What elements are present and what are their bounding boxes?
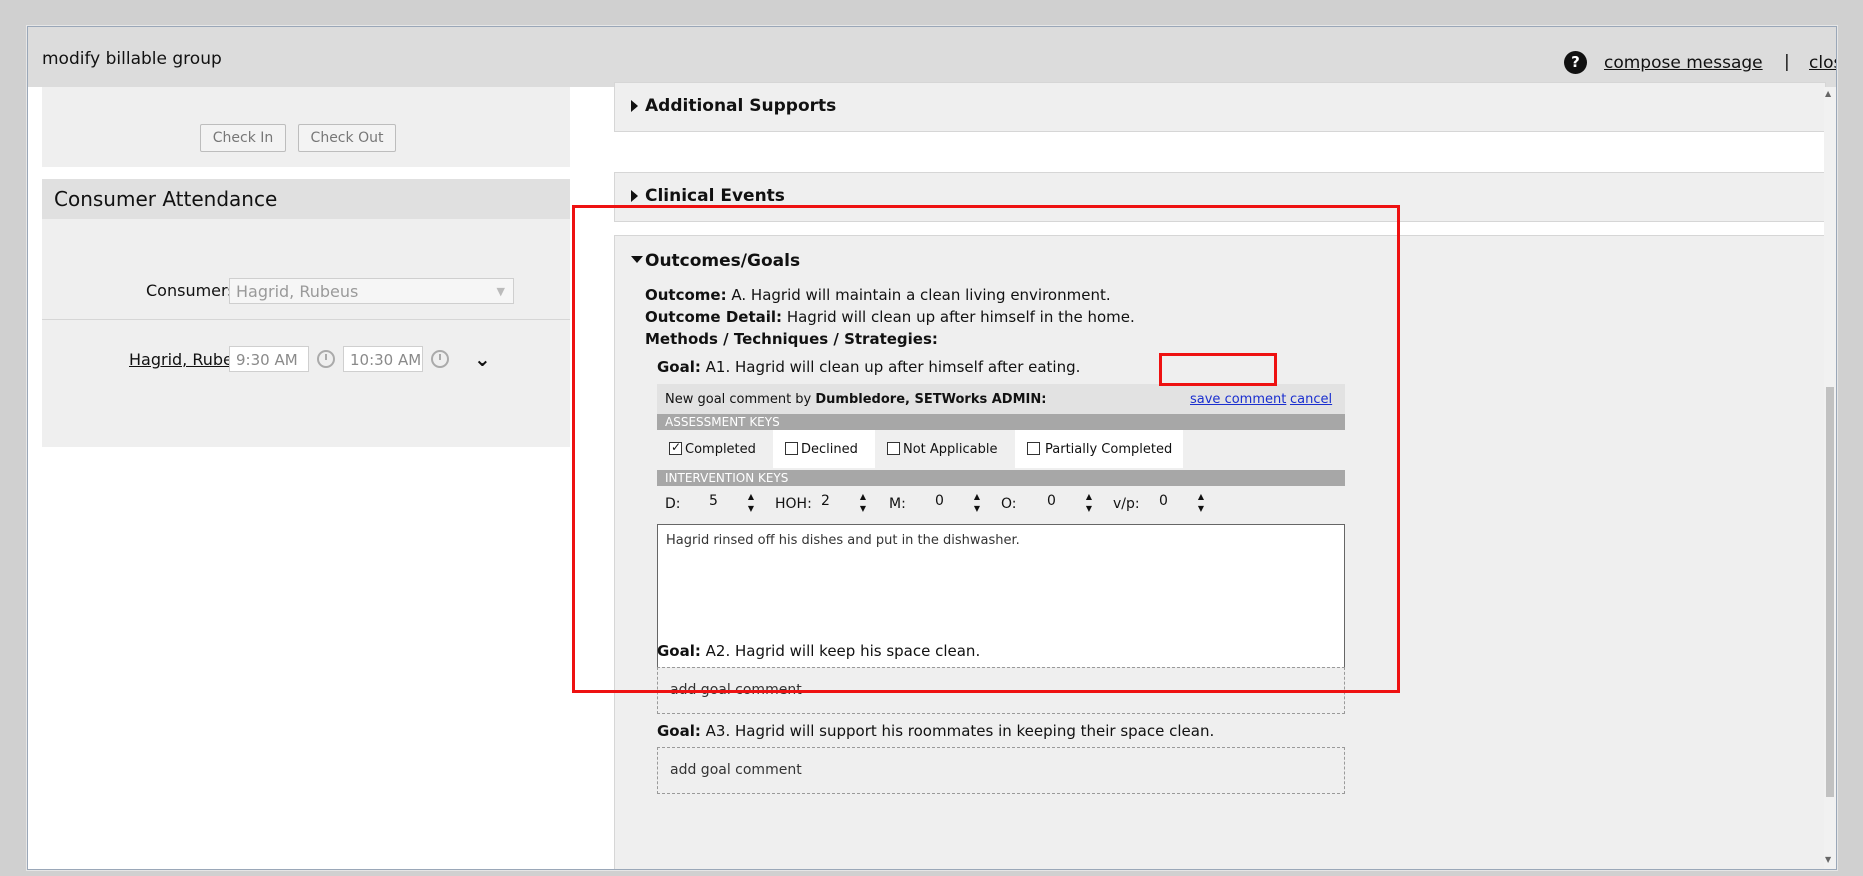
check-out-button[interactable]: Check Out — [298, 124, 396, 152]
consumers-label: Consumers: — [146, 281, 242, 300]
time-out-input[interactable]: 10:30 AM — [343, 346, 423, 372]
additional-supports-section[interactable]: Additional Supports — [614, 82, 1826, 132]
time-in-input[interactable]: 9:30 AM — [229, 346, 309, 372]
clinical-events-title: Clinical Events — [645, 186, 785, 206]
compose-message-link[interactable]: compose message — [1604, 53, 1763, 73]
scroll-up-icon[interactable]: ▲ — [1825, 89, 1831, 98]
chevron-down-icon[interactable]: ⌄ — [474, 347, 491, 371]
additional-supports-title: Additional Supports — [645, 96, 837, 116]
goal-a3: Goal: A3. Hagrid will support his roomma… — [657, 722, 1214, 740]
scrollbar-thumb[interactable] — [1826, 387, 1834, 797]
goal-label: Goal: — [657, 722, 701, 740]
close-link[interactable]: close — [1809, 53, 1836, 73]
dialog-titlebar: modify billable group ? compose message … — [28, 27, 1836, 87]
check-in-button[interactable]: Check In — [200, 124, 286, 152]
add-goal-comment-label: add goal comment — [670, 762, 802, 778]
outcomes-highlight-frame — [572, 205, 1400, 693]
check-buttons-panel: Check In Check Out — [42, 87, 570, 167]
save-comment-highlight-frame — [1159, 353, 1277, 386]
add-goal-comment-box[interactable]: add goal comment — [657, 747, 1345, 794]
consumer-attendance-title: Consumer Attendance — [54, 187, 278, 211]
dialog-title: modify billable group — [42, 49, 222, 69]
consumer-attendance-header: Consumer Attendance — [42, 179, 570, 219]
alarm-clock-icon[interactable] — [431, 350, 449, 368]
vertical-scrollbar[interactable]: ▲ ▼ — [1824, 87, 1836, 869]
chevron-down-icon: ▼ — [496, 285, 505, 298]
consumer-attendance-panel: Consumer Attendance Consumers: Hagrid, R… — [42, 179, 570, 447]
expand-triangle-icon — [631, 100, 638, 112]
consumers-selected-value: Hagrid, Rubeus — [236, 282, 359, 301]
goal-text: A3. Hagrid will support his roommates in… — [705, 722, 1215, 740]
modify-billable-group-dialog: modify billable group ? compose message … — [27, 26, 1837, 870]
title-separator: | — [1784, 52, 1790, 72]
divider — [42, 319, 570, 320]
alarm-clock-icon[interactable] — [317, 350, 335, 368]
consumers-select[interactable]: Hagrid, Rubeus ▼ — [229, 278, 514, 304]
help-icon[interactable]: ? — [1564, 51, 1587, 74]
scroll-down-icon[interactable]: ▼ — [1825, 855, 1831, 864]
left-pane: Check In Check Out Consumer Attendance C… — [42, 87, 570, 869]
expand-triangle-icon — [631, 190, 638, 202]
